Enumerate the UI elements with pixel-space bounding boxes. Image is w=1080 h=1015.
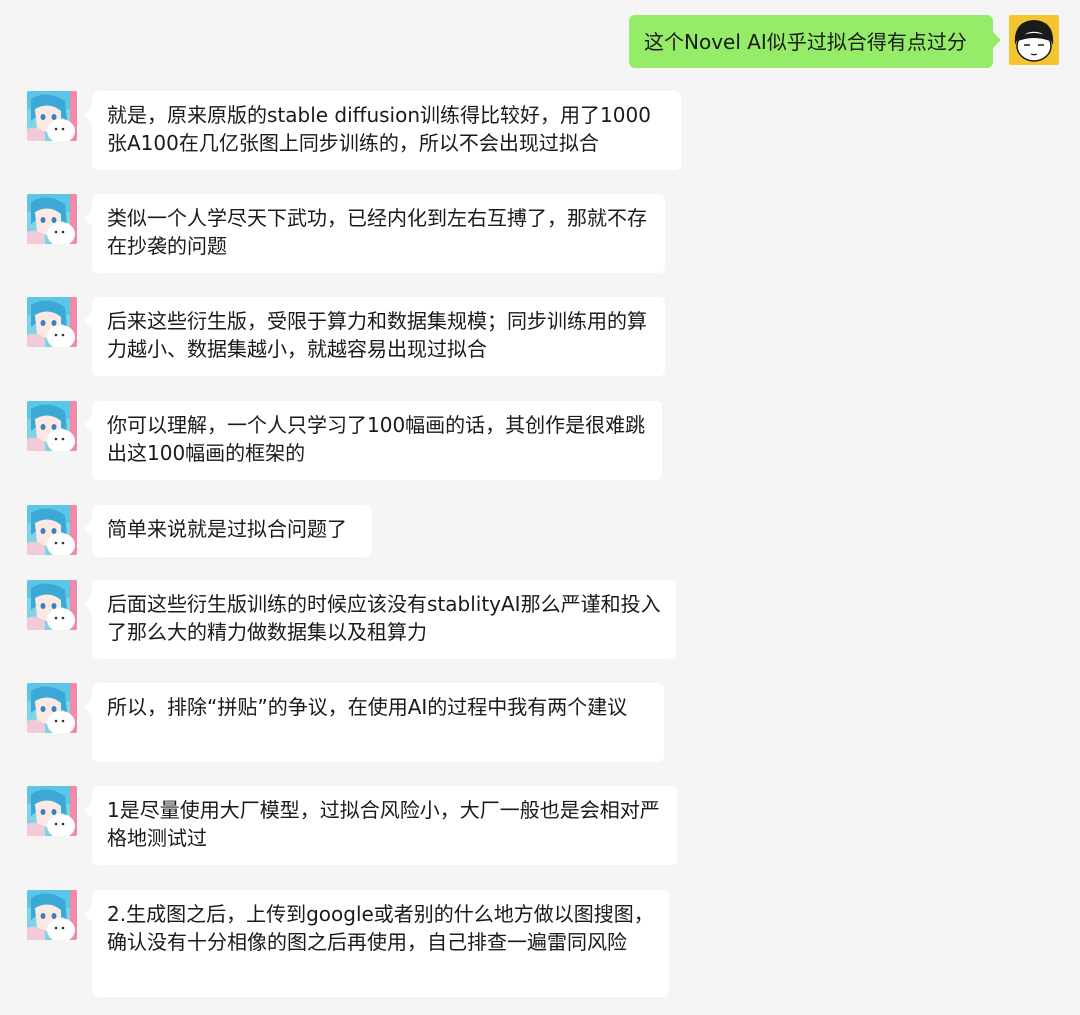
- sender-avatar-icon[interactable]: [27, 683, 77, 733]
- self-message-bubble[interactable]: 这个Novel AI似乎过拟合得有点过分: [629, 15, 1001, 68]
- sender-avatar-icon[interactable]: [27, 401, 77, 451]
- sender-avatar-icon[interactable]: [27, 91, 77, 141]
- message-text: 你可以理解，一个人只学习了100幅画的话，其创作是很难跳出这100幅画的框架的: [107, 413, 646, 465]
- sender-avatar-icon[interactable]: [27, 194, 77, 244]
- sender-avatar-icon[interactable]: [27, 890, 77, 940]
- self-avatar-icon[interactable]: [1009, 15, 1059, 65]
- sender-avatar-icon[interactable]: [27, 580, 77, 630]
- message-bubble[interactable]: 后来这些衍生版，受限于算力和数据集规模；同步训练用的算力越小、数据集越小，就越容…: [84, 297, 665, 376]
- message-text: 1是尽量使用大厂模型，过拟合风险小，大厂一般也是会相对严格地测试过: [107, 798, 660, 850]
- message-bubble[interactable]: 1是尽量使用大厂模型，过拟合风险小，大厂一般也是会相对严格地测试过: [84, 786, 677, 865]
- message-text: 所以，排除“拼贴”的争议，在使用AI的过程中我有两个建议: [107, 695, 628, 719]
- sender-avatar-icon[interactable]: [27, 505, 77, 555]
- message-text: 简单来说就是过拟合问题了: [107, 517, 347, 541]
- message-text: 2.生成图之后，上传到google或者别的什么地方做以图搜图，确认没有十分相像的…: [107, 902, 654, 954]
- sender-avatar-icon[interactable]: [27, 786, 77, 836]
- self-message-row: 这个Novel AI似乎过拟合得有点过分: [0, 15, 1080, 70]
- message-text: 就是，原来原版的stable diffusion训练得比较好，用了1000张A1…: [107, 103, 651, 155]
- message-bubble[interactable]: 简单来说就是过拟合问题了: [84, 505, 372, 557]
- message-bubble[interactable]: 2.生成图之后，上传到google或者别的什么地方做以图搜图，确认没有十分相像的…: [84, 890, 669, 997]
- sender-avatar-icon[interactable]: [27, 297, 77, 347]
- message-text: 后来这些衍生版，受限于算力和数据集规模；同步训练用的算力越小、数据集越小，就越容…: [107, 309, 647, 361]
- message-bubble[interactable]: 你可以理解，一个人只学习了100幅画的话，其创作是很难跳出这100幅画的框架的: [84, 401, 662, 480]
- message-bubble[interactable]: 类似一个人学尽天下武功，已经内化到左右互搏了，那就不存在抄袭的问题: [84, 194, 665, 273]
- message-text: 类似一个人学尽天下武功，已经内化到左右互搏了，那就不存在抄袭的问题: [107, 206, 647, 258]
- self-message-text: 这个Novel AI似乎过拟合得有点过分: [644, 30, 967, 54]
- chat-window: 这个Novel AI似乎过拟合得有点过分 就是，原来原版的stable diff…: [0, 0, 1080, 1015]
- message-text: 后面这些衍生版训练的时候应该没有stablityAI那么严谨和投入了那么大的精力…: [107, 592, 661, 644]
- message-bubble[interactable]: 后面这些衍生版训练的时候应该没有stablityAI那么严谨和投入了那么大的精力…: [84, 580, 676, 659]
- message-bubble[interactable]: 所以，排除“拼贴”的争议，在使用AI的过程中我有两个建议: [84, 683, 664, 762]
- message-bubble[interactable]: 就是，原来原版的stable diffusion训练得比较好，用了1000张A1…: [84, 91, 681, 170]
